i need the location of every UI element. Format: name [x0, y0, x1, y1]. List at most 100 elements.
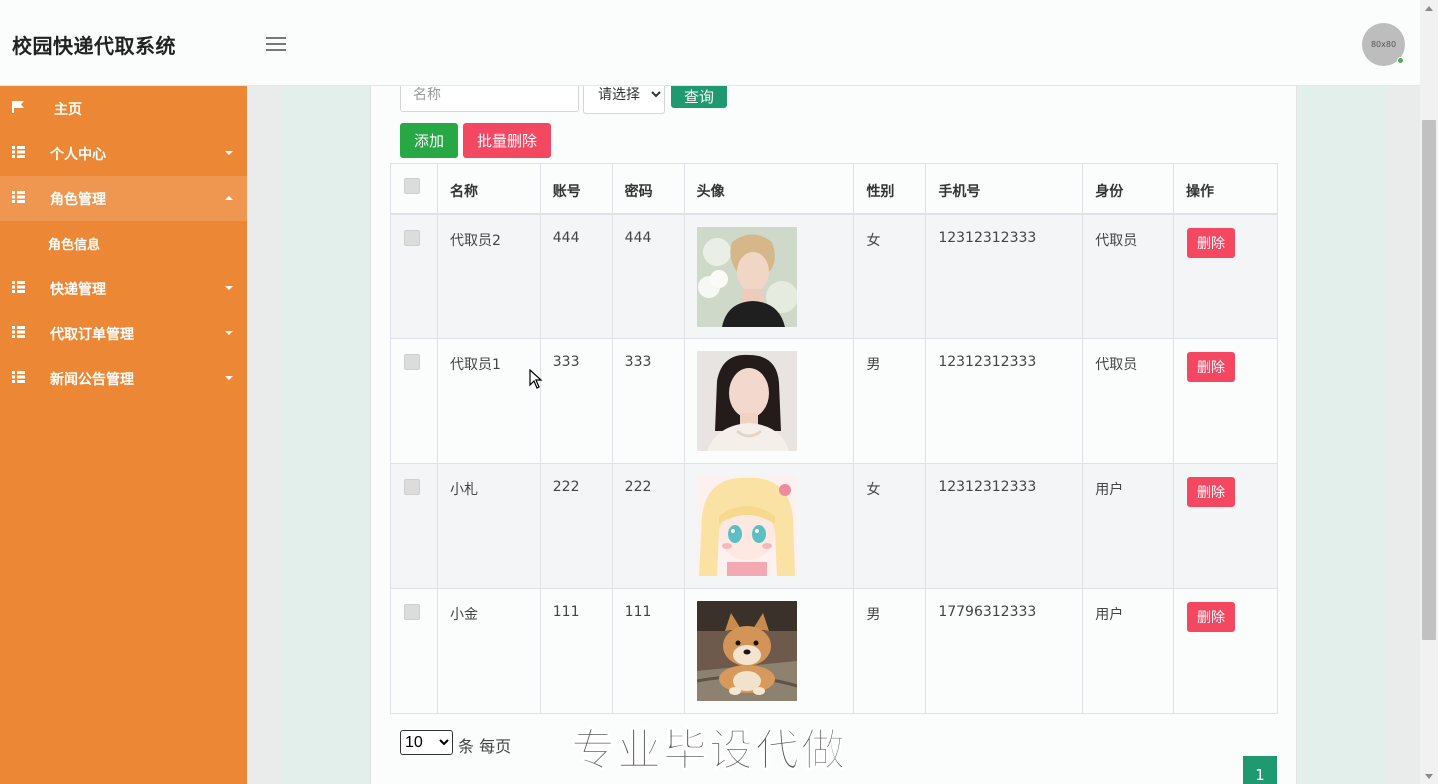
select-all-cell — [390, 163, 438, 215]
delete-button[interactable]: 删除 — [1187, 227, 1236, 258]
grid-icon — [12, 281, 25, 293]
sidebar-item-order-management[interactable]: 代取订单管理 — [0, 311, 247, 356]
sidebar-item-label: 代取订单管理 — [50, 327, 134, 343]
account-cell: 333 — [539, 338, 613, 464]
select-all-checkbox[interactable] — [404, 178, 420, 194]
online-status-dot — [1397, 57, 1404, 64]
role-table: 名称 账号 密码 头像 性别 手机号 身份 操作 代取员2 444 444 女 … — [390, 163, 1278, 714]
row-select-cell — [390, 338, 438, 464]
role-cell: 用户 — [1082, 588, 1175, 714]
avatar-placeholder-text: 80x80 — [1370, 40, 1397, 49]
table-header-row: 名称 账号 密码 头像 性别 手机号 身份 操作 — [390, 163, 1278, 215]
sidebar-item-label: 快递管理 — [50, 282, 106, 298]
row-checkbox[interactable] — [404, 604, 420, 620]
grid-icon — [12, 371, 25, 383]
phone-cell: 17796312333 — [925, 588, 1084, 714]
action-cell: 删除 — [1173, 338, 1278, 464]
gender-cell: 男 — [853, 588, 927, 714]
row-checkbox[interactable] — [404, 354, 420, 370]
avatar-cell — [683, 463, 855, 589]
grid-icon — [12, 191, 25, 203]
sidebar-item-news-management[interactable]: 新闻公告管理 — [0, 356, 247, 401]
scroll-down-arrow-icon[interactable] — [1425, 774, 1433, 779]
avatar[interactable]: 80x80 — [1362, 23, 1405, 66]
scroll-thumb[interactable] — [1422, 120, 1436, 640]
sidebar-subitem-role-info[interactable]: 角色信息 — [0, 221, 247, 263]
account-cell: 111 — [539, 588, 613, 714]
sidebar: 主页 个人中心 角色管理 角色信息 快递管理 代取订单管理 新闻公告管理 — [0, 86, 247, 784]
avatar-shiba-dog — [696, 601, 797, 701]
sidebar-subitem-label: 角色信息 — [48, 238, 101, 253]
scroll-up-arrow-icon[interactable] — [1425, 6, 1433, 11]
chevron-down-icon — [225, 331, 233, 335]
row-checkbox[interactable] — [404, 479, 420, 495]
avatar-photo-young-man — [696, 226, 797, 327]
phone-cell: 12312312333 — [925, 463, 1084, 589]
gender-cell: 女 — [853, 213, 927, 339]
table-row: 代取员1 333 333 男 12312312333 代取员 删除 — [390, 338, 1278, 464]
role-cell: 用户 — [1082, 463, 1175, 589]
top-header: 校园快递代取系统 80x80 — [0, 0, 1420, 86]
chevron-down-icon — [225, 151, 233, 155]
row-select-cell — [390, 588, 438, 714]
chevron-up-icon — [225, 196, 233, 200]
column-header: 身份 — [1082, 163, 1175, 215]
column-header: 手机号 — [925, 163, 1084, 215]
gender-cell: 女 — [853, 463, 927, 589]
batch-delete-button[interactable]: 批量删除 — [463, 123, 551, 158]
sidebar-item-home[interactable]: 主页 — [0, 86, 247, 131]
action-cell: 删除 — [1173, 463, 1278, 589]
chevron-down-icon — [225, 286, 233, 290]
vertical-scrollbar[interactable] — [1420, 0, 1438, 784]
password-cell: 444 — [611, 213, 685, 339]
sidebar-item-personal-center[interactable]: 个人中心 — [0, 131, 247, 176]
column-header: 头像 — [683, 163, 855, 215]
column-header: 账号 — [539, 163, 613, 215]
action-cell: 删除 — [1173, 213, 1278, 339]
role-cell: 代取员 — [1082, 338, 1175, 464]
column-header: 密码 — [611, 163, 685, 215]
row-select-cell — [390, 213, 438, 339]
table-row: 小札 222 222 女 12312312333 用户 删除 — [390, 463, 1278, 589]
grid-icon — [12, 326, 25, 338]
name-cell: 小札 — [436, 463, 541, 589]
avatar-cell — [683, 588, 855, 714]
name-cell: 代取员1 — [436, 338, 541, 464]
role-cell: 代取员 — [1082, 213, 1175, 339]
account-cell: 444 — [539, 213, 613, 339]
gender-cell: 男 — [853, 338, 927, 464]
row-select-cell — [390, 463, 438, 589]
row-checkbox[interactable] — [404, 229, 420, 246]
sidebar-item-label: 新闻公告管理 — [50, 372, 134, 388]
column-header: 性别 — [853, 163, 927, 215]
sidebar-item-role-management[interactable]: 角色管理 — [0, 176, 247, 221]
add-button[interactable]: 添加 — [400, 123, 458, 158]
per-page-select[interactable]: 10 — [400, 730, 453, 755]
delete-button[interactable]: 删除 — [1187, 602, 1236, 632]
password-cell: 222 — [611, 463, 685, 589]
password-cell: 111 — [611, 588, 685, 714]
delete-button[interactable]: 删除 — [1187, 477, 1236, 507]
menu-toggle-icon[interactable] — [266, 37, 286, 52]
watermark-text: 专业毕设代做 — [571, 725, 847, 777]
phone-cell: 12312312333 — [925, 338, 1084, 464]
sidebar-item-label: 主页 — [54, 102, 82, 118]
sidebar-item-label: 个人中心 — [50, 147, 106, 163]
phone-cell: 12312312333 — [925, 213, 1084, 339]
table-row: 小金 111 111 男 17796312333 用户 删除 — [390, 588, 1278, 714]
avatar-cell — [683, 213, 855, 339]
mouse-cursor-icon — [529, 369, 543, 389]
column-header: 操作 — [1173, 163, 1278, 215]
name-cell: 小金 — [436, 588, 541, 714]
avatar-cell — [683, 338, 855, 464]
page-button-current[interactable]: 1 — [1243, 756, 1277, 784]
name-cell: 代取员2 — [436, 213, 541, 339]
avatar-photo-woman — [696, 351, 797, 451]
flag-icon — [12, 101, 24, 113]
delete-button[interactable]: 删除 — [1187, 352, 1236, 382]
sidebar-item-label: 角色管理 — [50, 192, 106, 208]
app-title: 校园快递代取系统 — [12, 34, 176, 58]
sidebar-item-express-management[interactable]: 快递管理 — [0, 266, 247, 311]
account-cell: 222 — [539, 463, 613, 589]
per-page-label: 条 每页 — [458, 737, 512, 756]
